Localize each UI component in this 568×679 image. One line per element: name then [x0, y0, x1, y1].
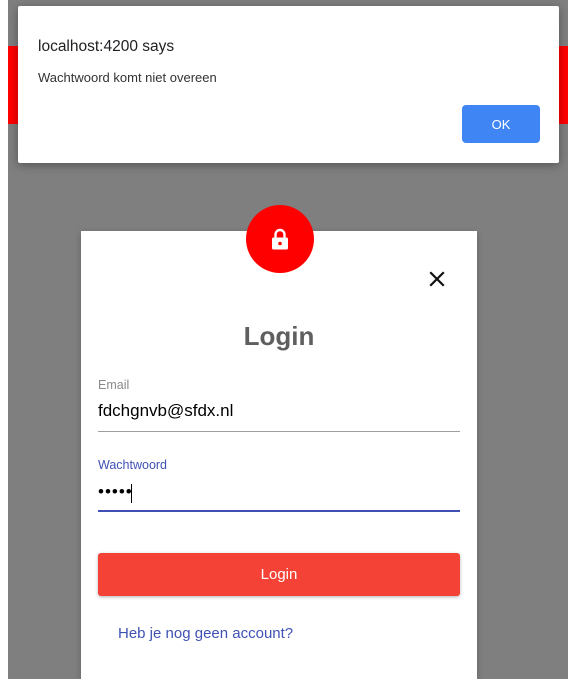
lock-icon	[272, 228, 288, 250]
login-title: Login	[243, 321, 315, 351]
email-underline	[98, 431, 460, 432]
close-icon	[429, 271, 445, 287]
alert-title: localhost:4200 says	[38, 38, 175, 55]
password-underline	[98, 510, 460, 512]
lock-badge	[246, 205, 314, 273]
alert-message: Wachtwoord komt niet overeen	[38, 70, 217, 85]
email-label: Email	[98, 378, 130, 392]
register-link[interactable]: Heb je nog geen account?	[118, 625, 293, 642]
email-field[interactable]	[98, 401, 460, 421]
password-label: Wachtwoord	[98, 458, 168, 472]
browser-alert-dialog: localhost:4200 says Wachtwoord komt niet…	[18, 6, 559, 163]
ok-button[interactable]: OK	[462, 105, 540, 143]
close-button[interactable]	[423, 265, 451, 293]
login-button[interactable]: Login	[98, 553, 460, 596]
login-dialog: Login Email Wachtwoord ••••• Login Heb j…	[81, 231, 477, 679]
password-field[interactable]: •••••	[98, 482, 460, 502]
text-caret	[131, 484, 132, 503]
